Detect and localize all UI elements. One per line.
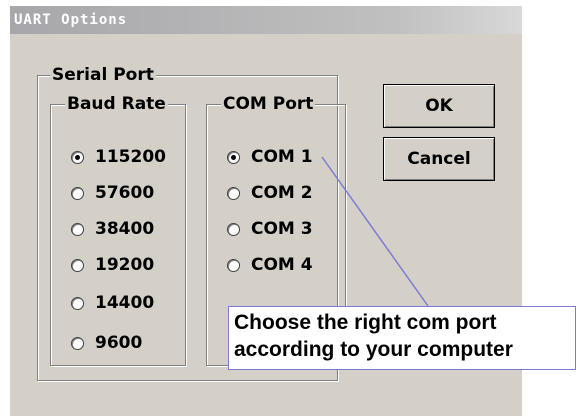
baud-option-label: 9600 bbox=[95, 333, 143, 353]
baud-option-115200[interactable]: 115200 bbox=[71, 146, 166, 168]
annotation-callout: Choose the right com port according to y… bbox=[228, 306, 576, 370]
annotation-line-2: according to your computer bbox=[234, 338, 513, 361]
com-option-com4[interactable]: COM 4 bbox=[227, 254, 313, 276]
window-title: UART Options bbox=[14, 12, 128, 28]
com-option-label: COM 4 bbox=[251, 255, 313, 275]
baud-option-label: 14400 bbox=[95, 293, 155, 313]
baud-option-9600[interactable]: 9600 bbox=[71, 332, 142, 354]
com-option-com3[interactable]: COM 3 bbox=[227, 218, 313, 240]
baud-rate-legend: Baud Rate bbox=[65, 94, 168, 114]
com-option-com1[interactable]: COM 1 bbox=[227, 146, 313, 168]
com-option-label: COM 1 bbox=[251, 147, 313, 167]
baud-option-19200[interactable]: 19200 bbox=[71, 254, 154, 276]
baud-option-14400[interactable]: 14400 bbox=[71, 292, 154, 314]
radio-button[interactable] bbox=[227, 258, 240, 272]
radio-button[interactable] bbox=[71, 296, 84, 310]
ok-button[interactable]: OK bbox=[383, 84, 495, 128]
radio-button[interactable] bbox=[71, 222, 84, 236]
com-option-com2[interactable]: COM 2 bbox=[227, 182, 313, 204]
baud-option-label: 115200 bbox=[95, 147, 166, 167]
title-bar[interactable]: UART Options bbox=[10, 6, 522, 34]
baud-option-label: 57600 bbox=[95, 183, 155, 203]
radio-button[interactable] bbox=[227, 222, 240, 236]
baud-option-38400[interactable]: 38400 bbox=[71, 218, 154, 240]
serial-port-legend: Serial Port bbox=[50, 65, 156, 85]
annotation-line-1: Choose the right com port bbox=[234, 311, 497, 334]
com-port-legend: COM Port bbox=[221, 94, 316, 114]
baud-option-label: 38400 bbox=[95, 219, 155, 239]
baud-option-57600[interactable]: 57600 bbox=[71, 182, 154, 204]
baud-option-label: 19200 bbox=[95, 255, 155, 275]
radio-button[interactable] bbox=[71, 150, 84, 164]
radio-button[interactable] bbox=[227, 186, 240, 200]
radio-button[interactable] bbox=[71, 336, 84, 350]
radio-button[interactable] bbox=[71, 258, 84, 272]
com-option-label: COM 2 bbox=[251, 183, 313, 203]
radio-button[interactable] bbox=[71, 186, 84, 200]
baud-rate-group: Baud Rate 115200 57600 38400 19200 14400 bbox=[50, 94, 186, 366]
cancel-button[interactable]: Cancel bbox=[383, 137, 495, 181]
com-option-label: COM 3 bbox=[251, 219, 313, 239]
radio-button[interactable] bbox=[227, 150, 240, 164]
